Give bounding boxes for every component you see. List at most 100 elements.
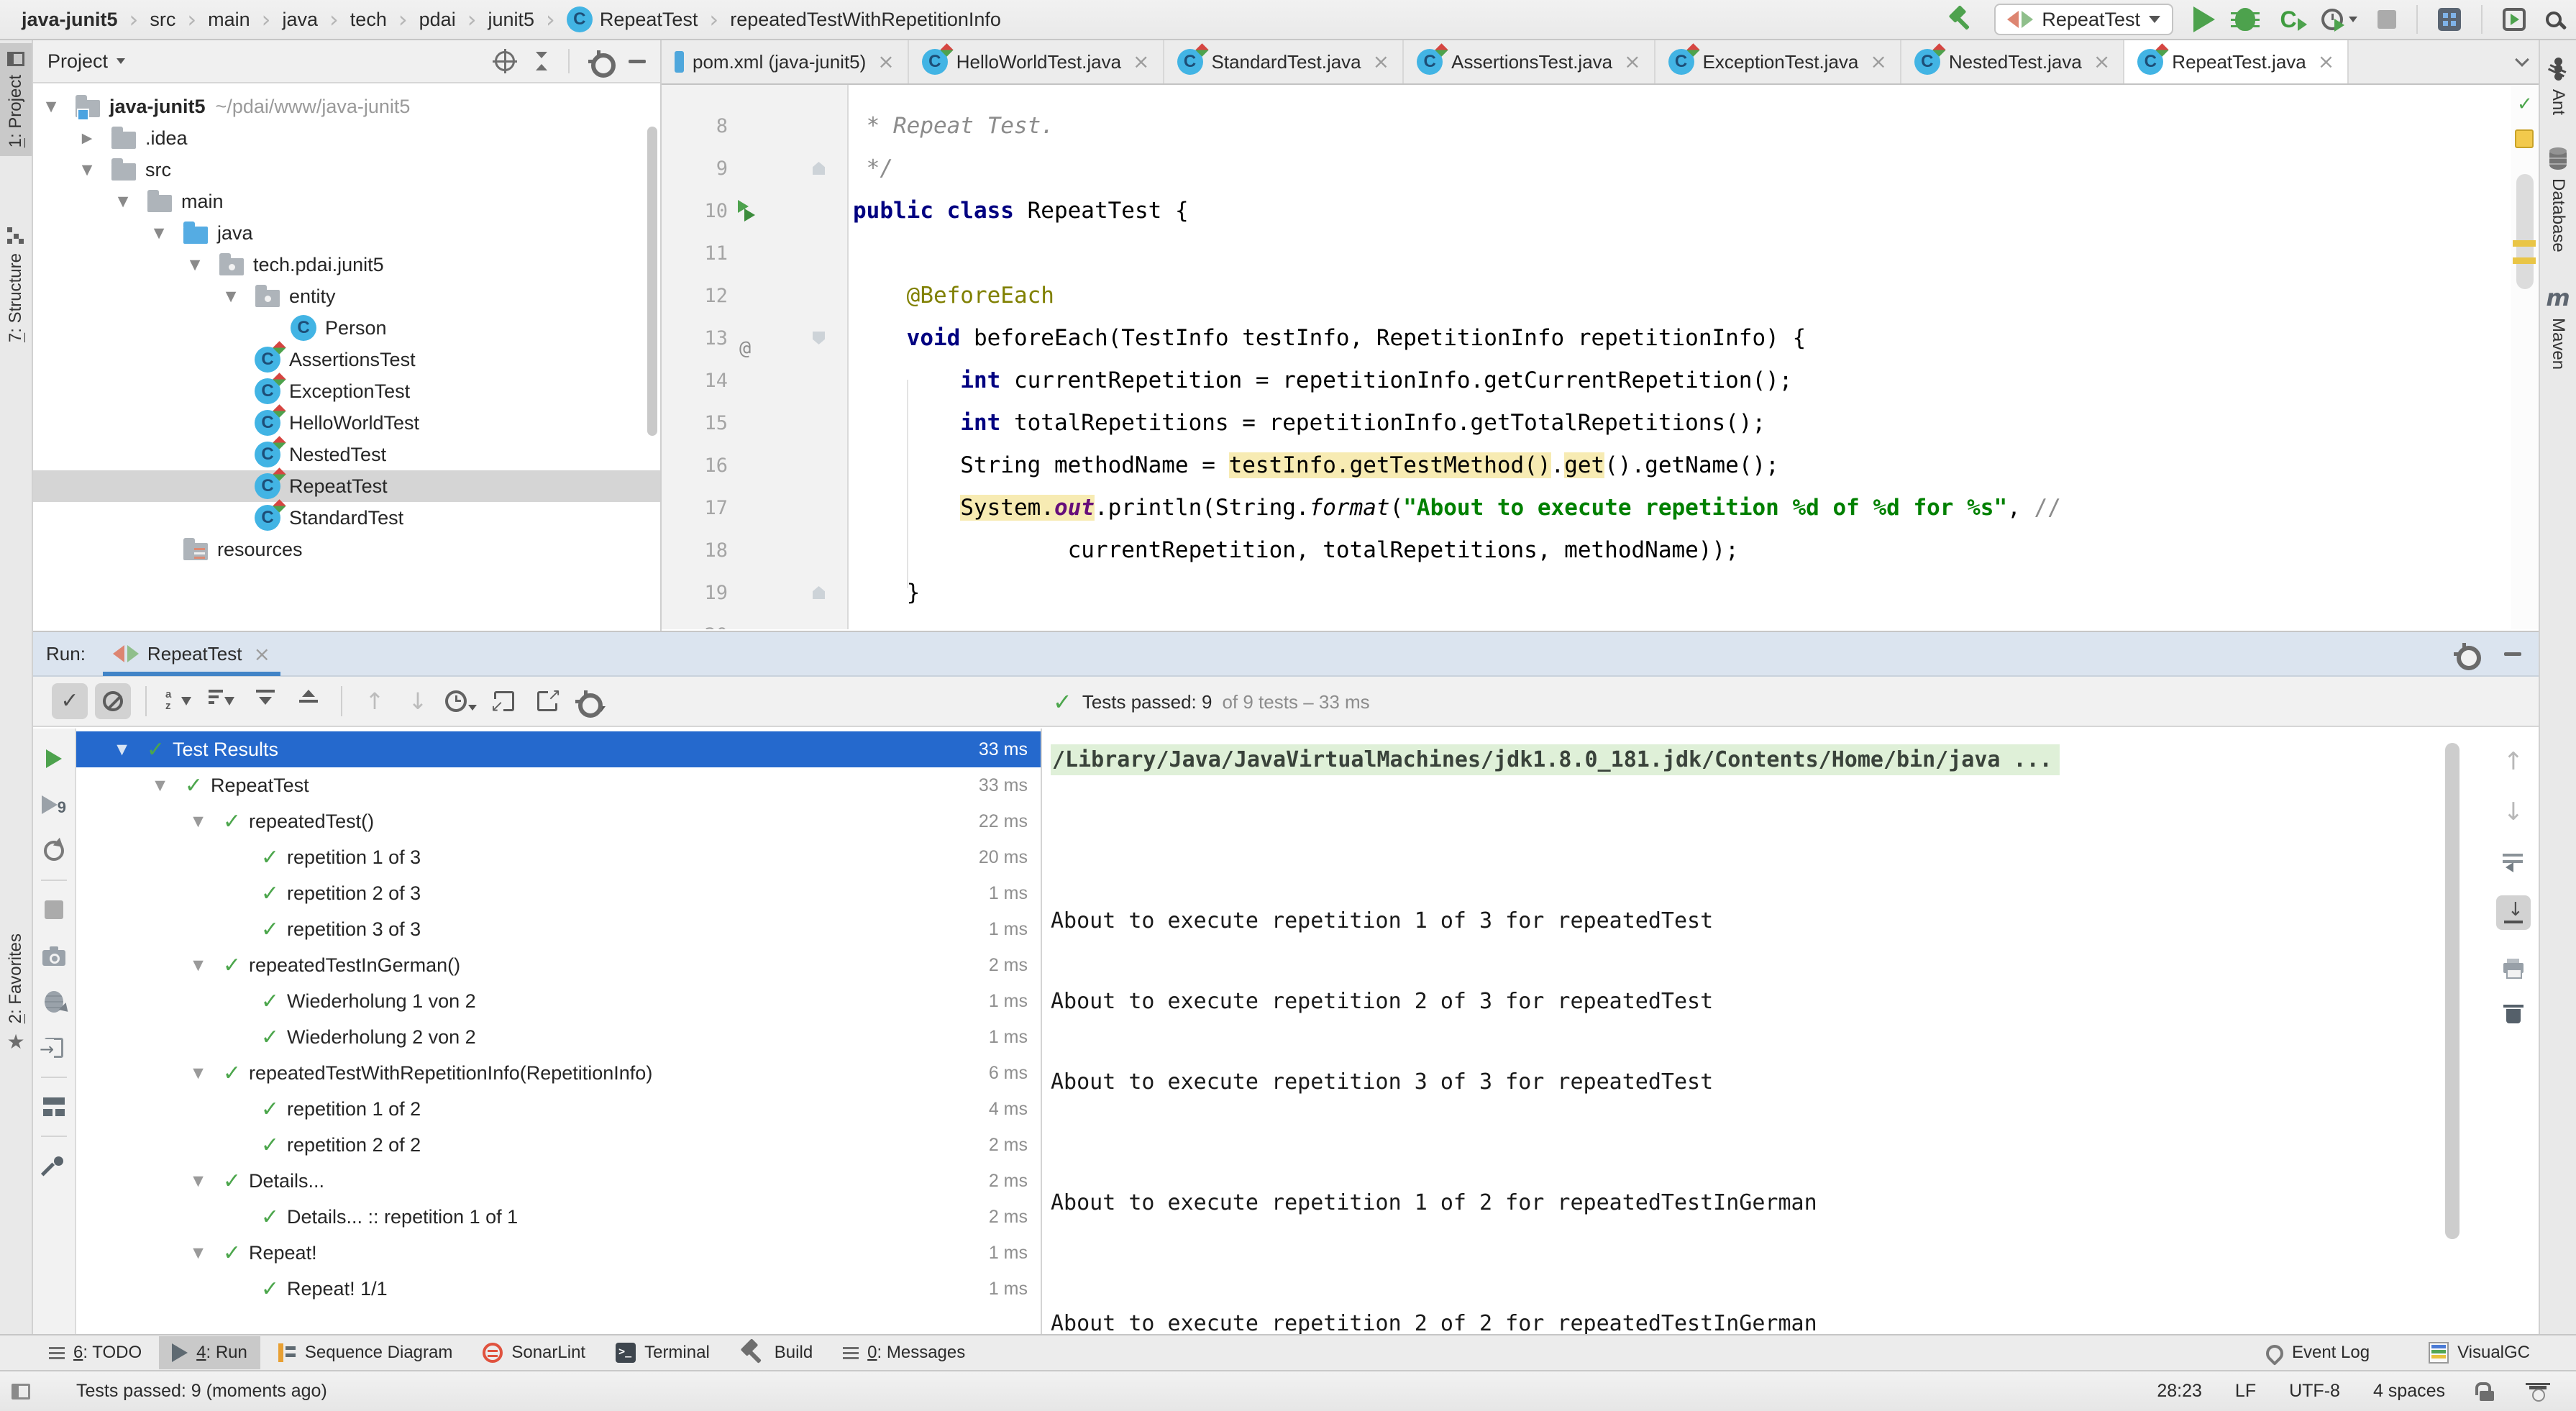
hector-inspector-icon[interactable] — [2529, 1382, 2547, 1402]
breadcrumb-item[interactable]: java-junit5 — [22, 9, 118, 31]
breadcrumb-item[interactable]: main — [208, 9, 250, 31]
line-number[interactable]: 16 — [662, 444, 728, 487]
tool-window-button-terminal[interactable]: Terminal — [603, 1336, 723, 1369]
console-scrollbar-thumb[interactable] — [2445, 743, 2459, 1239]
test-tree-item[interactable]: ▼✓Repeat!1 ms — [76, 1235, 1041, 1271]
project-tree-scrollbar[interactable] — [647, 127, 657, 436]
collapse-all-button[interactable] — [291, 683, 326, 719]
tool-window-switcher-icon[interactable] — [12, 1384, 30, 1399]
run-anything-button[interactable] — [2503, 8, 2526, 31]
line-number[interactable]: 12 — [662, 275, 728, 317]
editor-tab[interactable]: NestedTest.java× — [1901, 40, 2124, 83]
tree-collapse-arrow-icon[interactable]: ▼ — [181, 1173, 215, 1189]
project-tree-item[interactable]: ▼src — [33, 154, 660, 186]
attach-debugger-button[interactable] — [32, 979, 76, 1025]
editor-tab[interactable]: AssertionsTest.java× — [1404, 40, 1655, 83]
hide-panel-button[interactable] — [629, 60, 646, 63]
test-tree-item[interactable]: ✓repetition 2 of 31 ms — [76, 875, 1041, 911]
fold-marker-icon[interactable] — [813, 162, 825, 175]
test-tree-item[interactable]: ✓Wiederholung 1 von 21 ms — [76, 983, 1041, 1019]
soft-wrap-button[interactable] — [2496, 845, 2531, 880]
run-tab[interactable]: RepeatTest × — [106, 631, 278, 676]
project-tree-item[interactable]: StandardTest — [33, 502, 660, 534]
debug-button[interactable] — [2235, 8, 2255, 31]
layout-settings-button[interactable] — [32, 1084, 76, 1130]
tree-collapse-arrow-icon[interactable]: ▼ — [181, 1245, 215, 1261]
scroll-to-end-button[interactable] — [2496, 895, 2531, 930]
close-icon[interactable]: × — [253, 642, 270, 666]
fold-marker-icon[interactable] — [813, 586, 825, 599]
tree-collapse-arrow-icon[interactable]: ▼ — [69, 162, 105, 178]
sidebar-stripe-ant[interactable]: Ant — [2540, 58, 2576, 115]
test-tree-item[interactable]: ✓repetition 2 of 22 ms — [76, 1127, 1041, 1163]
breadcrumb-item[interactable]: pdai — [419, 9, 456, 31]
hidden-tabs-chevron-icon[interactable] — [2515, 52, 2529, 67]
line-number[interactable]: 10 — [662, 190, 728, 232]
project-tree-item[interactable]: ExceptionTest — [33, 375, 660, 407]
breadcrumb-item[interactable]: RepeatTest — [567, 6, 698, 32]
tool-window-button-sequence-diagram[interactable]: Sequence Diagram — [265, 1336, 465, 1369]
breadcrumb-item[interactable]: tech — [350, 9, 387, 31]
rerun-failed-tests-button[interactable] — [32, 782, 76, 828]
project-tree-item[interactable]: resources — [33, 534, 660, 565]
import-into-editor-button[interactable] — [32, 1025, 76, 1071]
usage-mark[interactable] — [2513, 240, 2536, 247]
test-tree-item[interactable]: ▼✓repeatedTestWithRepetitionInfo(Repetit… — [76, 1055, 1041, 1091]
build-hammer-icon[interactable] — [1948, 6, 1974, 32]
project-tree-item[interactable]: ▶.idea — [33, 122, 660, 154]
fold-marker-icon[interactable] — [813, 332, 825, 344]
test-results-tree[interactable]: ▼✓Test Results33 ms▼✓RepeatTest33 ms▼✓re… — [76, 729, 1042, 1334]
editor-scrollbar-thumb[interactable] — [2516, 174, 2534, 289]
profiler-button[interactable] — [2321, 9, 2343, 30]
tool-window-button-event-log[interactable]: Event Log — [2253, 1336, 2383, 1369]
pin-tab-button[interactable] — [32, 1143, 76, 1189]
project-tree-item[interactable]: RepeatTest — [33, 470, 660, 502]
file-encoding[interactable]: UTF-8 — [2289, 1381, 2340, 1402]
settings-gear-icon[interactable] — [2454, 643, 2475, 665]
export-test-results-button[interactable] — [529, 683, 565, 719]
tool-window-button-todo[interactable]: 6: TODO — [36, 1336, 155, 1369]
usage-mark[interactable] — [2513, 257, 2536, 264]
select-opened-file-button[interactable] — [495, 51, 515, 71]
sort-alphabetically-button[interactable]: az — [161, 683, 197, 719]
editor-tab[interactable]: pom.xml (java-junit5)× — [662, 40, 909, 83]
sidebar-stripe-favorites[interactable]: 2: Favorites★ — [0, 925, 32, 1061]
tree-collapse-arrow-icon[interactable]: ▼ — [105, 193, 141, 209]
run-test-gutter-icon[interactable] — [736, 200, 759, 223]
tree-collapse-arrow-icon[interactable]: ▼ — [177, 257, 213, 273]
rerun-tests-button[interactable] — [32, 736, 76, 782]
tree-expand-arrow-icon[interactable]: ▶ — [69, 130, 105, 146]
line-number[interactable]: 15 — [662, 402, 728, 444]
test-tree-item[interactable]: ✓Details... :: repetition 1 of 12 ms — [76, 1199, 1041, 1235]
close-tab-icon[interactable]: × — [1870, 52, 1886, 72]
test-tree-item[interactable]: ✓repetition 1 of 24 ms — [76, 1091, 1041, 1127]
line-number[interactable]: 20 — [662, 614, 728, 629]
project-tree-item[interactable]: ▼main — [33, 186, 660, 217]
inspection-indicator[interactable] — [2515, 129, 2534, 148]
line-number[interactable]: 13 — [662, 317, 728, 360]
project-structure-button[interactable] — [2438, 8, 2461, 31]
project-tree-item[interactable]: NestedTest — [33, 439, 660, 470]
tree-collapse-arrow-icon[interactable]: ▼ — [141, 225, 177, 241]
tree-collapse-arrow-icon[interactable]: ▼ — [33, 99, 69, 114]
show-passed-button[interactable]: ✓ — [52, 683, 88, 719]
line-ending[interactable]: LF — [2235, 1381, 2256, 1402]
coverage-button[interactable]: C — [2275, 6, 2301, 32]
tool-window-button-messages[interactable]: 0: Messages — [830, 1336, 978, 1369]
sort-by-duration-button[interactable] — [204, 683, 240, 719]
test-tree-item[interactable]: ▼✓repeatedTest()22 ms — [76, 803, 1041, 839]
line-number[interactable]: 9 — [662, 147, 728, 190]
hide-panel-button[interactable] — [2504, 652, 2521, 656]
caret-position[interactable]: 28:23 — [2157, 1381, 2202, 1402]
editor-tab[interactable]: StandardTest.java× — [1164, 40, 1405, 83]
chevron-down-icon[interactable] — [117, 58, 125, 64]
close-tab-icon[interactable]: × — [877, 52, 894, 72]
line-number[interactable]: 17 — [662, 487, 728, 529]
run-button[interactable] — [2193, 6, 2215, 32]
close-tab-icon[interactable]: × — [1624, 52, 1640, 72]
show-ignored-button[interactable] — [95, 683, 131, 719]
collapse-all-button[interactable] — [534, 50, 549, 72]
tree-collapse-arrow-icon[interactable]: ▼ — [105, 741, 139, 757]
tool-window-button-build[interactable]: Build — [727, 1336, 826, 1369]
line-number[interactable]: 14 — [662, 360, 728, 402]
